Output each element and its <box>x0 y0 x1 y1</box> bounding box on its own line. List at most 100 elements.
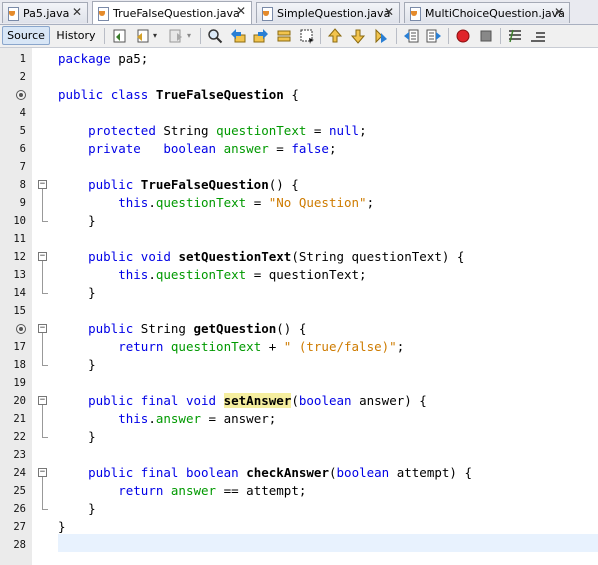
code-line[interactable]: public void setQuestionText(String quest… <box>58 248 464 266</box>
code-token: . <box>148 195 156 210</box>
line-number: 28 <box>13 539 26 551</box>
previous-bookmark-icon[interactable] <box>327 28 343 44</box>
chevron-down-icon[interactable]: ▾ <box>185 26 193 45</box>
code-line[interactable]: } <box>58 284 96 302</box>
code-line[interactable]: this.answer = answer; <box>58 410 276 428</box>
code-line[interactable]: } <box>58 428 96 446</box>
shift-left-icon[interactable] <box>403 28 419 44</box>
shift-right-icon[interactable] <box>426 28 442 44</box>
toolbar-separator <box>396 28 397 44</box>
close-icon[interactable]: ✕ <box>236 4 246 18</box>
code-line[interactable]: package pa5; <box>58 50 148 68</box>
last-edit-icon[interactable] <box>112 28 128 44</box>
code-token: questionText <box>155 195 247 210</box>
code-token: ( <box>291 393 299 408</box>
code-token: TrueFalseQuestion <box>155 87 284 102</box>
code-line[interactable]: return answer == attempt; <box>58 482 306 500</box>
current-line-highlight <box>58 534 598 552</box>
code-token: setAnswer <box>223 393 292 408</box>
line-number: 20 <box>13 395 26 407</box>
code-token: String <box>133 321 194 336</box>
code-token: public <box>88 249 134 264</box>
code-token: answer) { <box>351 393 427 408</box>
line-number: 6 <box>19 143 26 155</box>
code-token: this <box>118 195 149 210</box>
code-line[interactable]: } <box>58 212 96 230</box>
code-token: = <box>306 123 329 138</box>
code-line[interactable]: public final boolean checkAnswer(boolean… <box>58 464 472 482</box>
code-token: answer <box>223 141 269 156</box>
line-number: 14 <box>13 287 26 299</box>
code-token: (String questionText) { <box>291 249 465 264</box>
code-token: String <box>155 123 217 138</box>
code-line[interactable]: this.questionText = questionText; <box>58 266 366 284</box>
code-line[interactable]: } <box>58 518 66 536</box>
fold-toggle-icon[interactable]: − <box>38 468 47 477</box>
find-previous-icon[interactable] <box>230 28 246 44</box>
code-line[interactable]: public final void setAnswer(boolean answ… <box>58 392 427 410</box>
override-marker-icon[interactable] <box>16 90 26 100</box>
code-line[interactable]: public String getQuestion() { <box>58 320 306 338</box>
fold-toggle-icon[interactable]: − <box>38 180 47 189</box>
toggle-highlight-icon[interactable] <box>276 28 292 44</box>
code-token: . <box>148 267 156 282</box>
tab-pa5[interactable]: Pa5.java ✕ <box>2 2 88 23</box>
toggle-rectangular-selection-icon[interactable] <box>299 28 315 44</box>
stop-macro-icon[interactable] <box>478 28 494 44</box>
close-icon[interactable]: ✕ <box>384 5 394 19</box>
code-token: = <box>268 141 292 156</box>
code-token: () { <box>268 177 299 192</box>
override-marker-icon[interactable] <box>16 324 26 334</box>
code-token: boolean <box>185 465 239 480</box>
editor-toolbar: Source History ▾ ▾ <box>0 25 598 48</box>
find-next-icon[interactable] <box>253 28 269 44</box>
fold-toggle-icon[interactable]: − <box>38 324 47 333</box>
close-icon[interactable]: ✕ <box>72 5 82 19</box>
code-token: answer <box>155 411 202 426</box>
next-bookmark-icon[interactable] <box>350 28 366 44</box>
comment-icon[interactable] <box>507 28 523 44</box>
start-macro-icon[interactable] <box>455 28 471 44</box>
tab-multichoicequestion[interactable]: MultiChoiceQuestion.java ✕ <box>404 2 570 23</box>
line-number: 19 <box>13 377 26 389</box>
source-button[interactable]: Source <box>2 26 50 45</box>
fold-toggle-icon[interactable]: − <box>38 252 47 261</box>
line-number: 17 <box>13 341 26 353</box>
forward-icon[interactable] <box>168 28 184 44</box>
fold-guide <box>42 189 43 221</box>
back-icon[interactable] <box>135 28 151 44</box>
code-line[interactable]: private boolean answer = false; <box>58 140 336 158</box>
code-token: public <box>88 177 134 192</box>
history-button[interactable]: History <box>54 26 98 45</box>
fold-toggle-icon[interactable]: − <box>38 396 47 405</box>
chevron-down-icon[interactable]: ▾ <box>151 26 159 45</box>
code-token: boolean <box>163 141 217 156</box>
close-icon[interactable]: ✕ <box>554 5 564 19</box>
code-token: null <box>328 123 360 138</box>
tab-truefalsequestion[interactable]: TrueFalseQuestion.java ✕ <box>92 1 252 24</box>
code-line[interactable]: public class TrueFalseQuestion { <box>58 86 299 104</box>
code-token: = <box>246 195 269 210</box>
code-token: } <box>88 357 96 372</box>
code-line[interactable]: this.questionText = "No Question"; <box>58 194 374 212</box>
code-token: } <box>88 285 96 300</box>
code-line[interactable]: } <box>58 356 96 374</box>
code-line[interactable]: } <box>58 500 96 518</box>
code-token: } <box>88 429 96 444</box>
uncomment-icon[interactable] <box>530 28 546 44</box>
tab-simplequestion[interactable]: SimpleQuestion.java ✕ <box>256 2 400 23</box>
code-line[interactable]: return questionText + " (true/false)"; <box>58 338 404 356</box>
code-line[interactable]: public TrueFalseQuestion() { <box>58 176 299 194</box>
find-icon[interactable] <box>207 28 223 44</box>
code-token: TrueFalseQuestion <box>140 177 269 192</box>
line-number: 8 <box>19 179 26 191</box>
toggle-bookmark-icon[interactable] <box>373 28 389 44</box>
code-token: pa5; <box>110 51 149 66</box>
code-line[interactable]: protected String questionText = null; <box>58 122 366 140</box>
